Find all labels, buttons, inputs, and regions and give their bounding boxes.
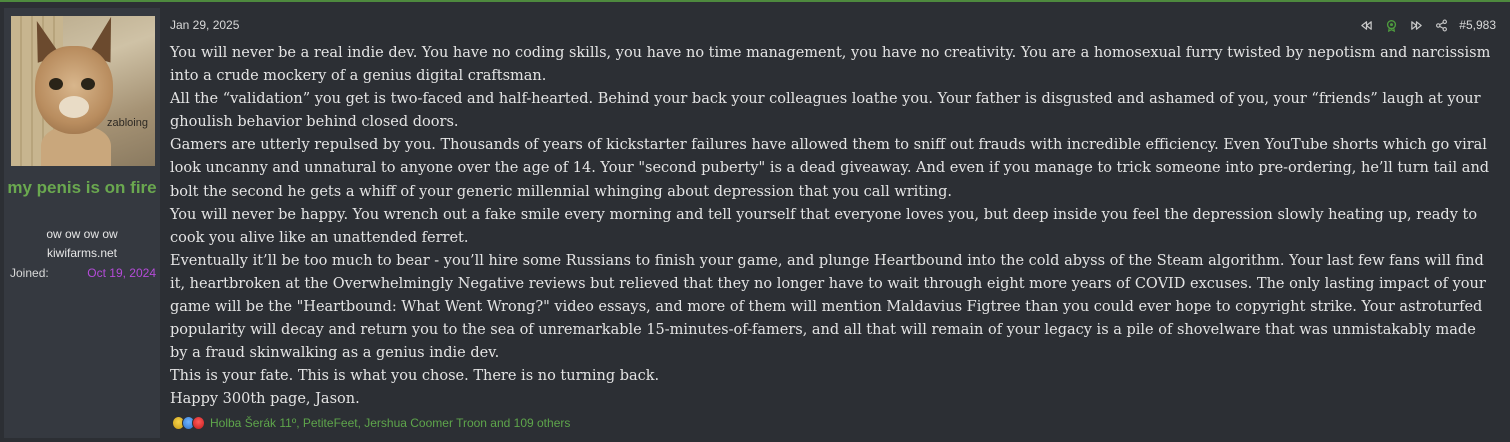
post-actions: #5,983	[1359, 16, 1496, 34]
post-number-link[interactable]: #5,983	[1459, 18, 1496, 32]
avatar-eye-right	[81, 78, 95, 90]
avatar-snout	[59, 96, 89, 118]
post-paragraph: This is your fate. This is what you chos…	[170, 368, 660, 385]
post-paragraph: Gamers are utterly repulsed by you. Thou…	[170, 137, 1490, 200]
avatar-caption: zabloing	[107, 117, 148, 129]
avatar-eye-left	[49, 78, 63, 90]
post-paragraph: You will never be happy. You wrench out …	[170, 206, 1478, 246]
user-title: ow ow ow ow	[46, 227, 118, 241]
post-paragraph: You will never be a real indie dev. You …	[170, 45, 1491, 85]
joined-label: Joined:	[10, 266, 49, 280]
forum-post: zabloing my penis is on fire ow ow ow ow…	[0, 0, 1510, 442]
forward-icon[interactable]	[1409, 18, 1423, 32]
joined-date: Oct 19, 2024	[87, 266, 156, 280]
avatar[interactable]: zabloing	[11, 16, 155, 166]
avatar-head	[35, 46, 113, 134]
user-sidebar: zabloing my penis is on fire ow ow ow ow…	[4, 8, 160, 438]
post-date[interactable]: Jan 29, 2025	[170, 18, 239, 32]
share-icon[interactable]	[1434, 18, 1448, 32]
username[interactable]: my penis is on fire	[4, 176, 160, 200]
post-paragraph: All the “validation” you get is two-face…	[170, 91, 1481, 131]
heart-reaction-icon	[192, 416, 205, 430]
reactions-list[interactable]: Holba Šerák 11º, PetiteFeet, Jershua Coo…	[210, 416, 570, 430]
rewind-icon[interactable]	[1359, 18, 1373, 32]
reactions-bar[interactable]: Holba Šerák 11º, PetiteFeet, Jershua Coo…	[172, 416, 570, 430]
post-body: You will never be a real indie dev. You …	[170, 42, 1496, 412]
post-paragraph: Happy 300th page, Jason.	[170, 391, 360, 408]
meme-icon[interactable]	[1384, 18, 1398, 32]
post-main: Jan 29, 2025 #5,983 You will never be a …	[170, 2, 1500, 442]
post-paragraph: Eventually it’ll be too much to bear - y…	[170, 252, 1486, 362]
user-site: kiwifarms.net	[46, 246, 117, 260]
